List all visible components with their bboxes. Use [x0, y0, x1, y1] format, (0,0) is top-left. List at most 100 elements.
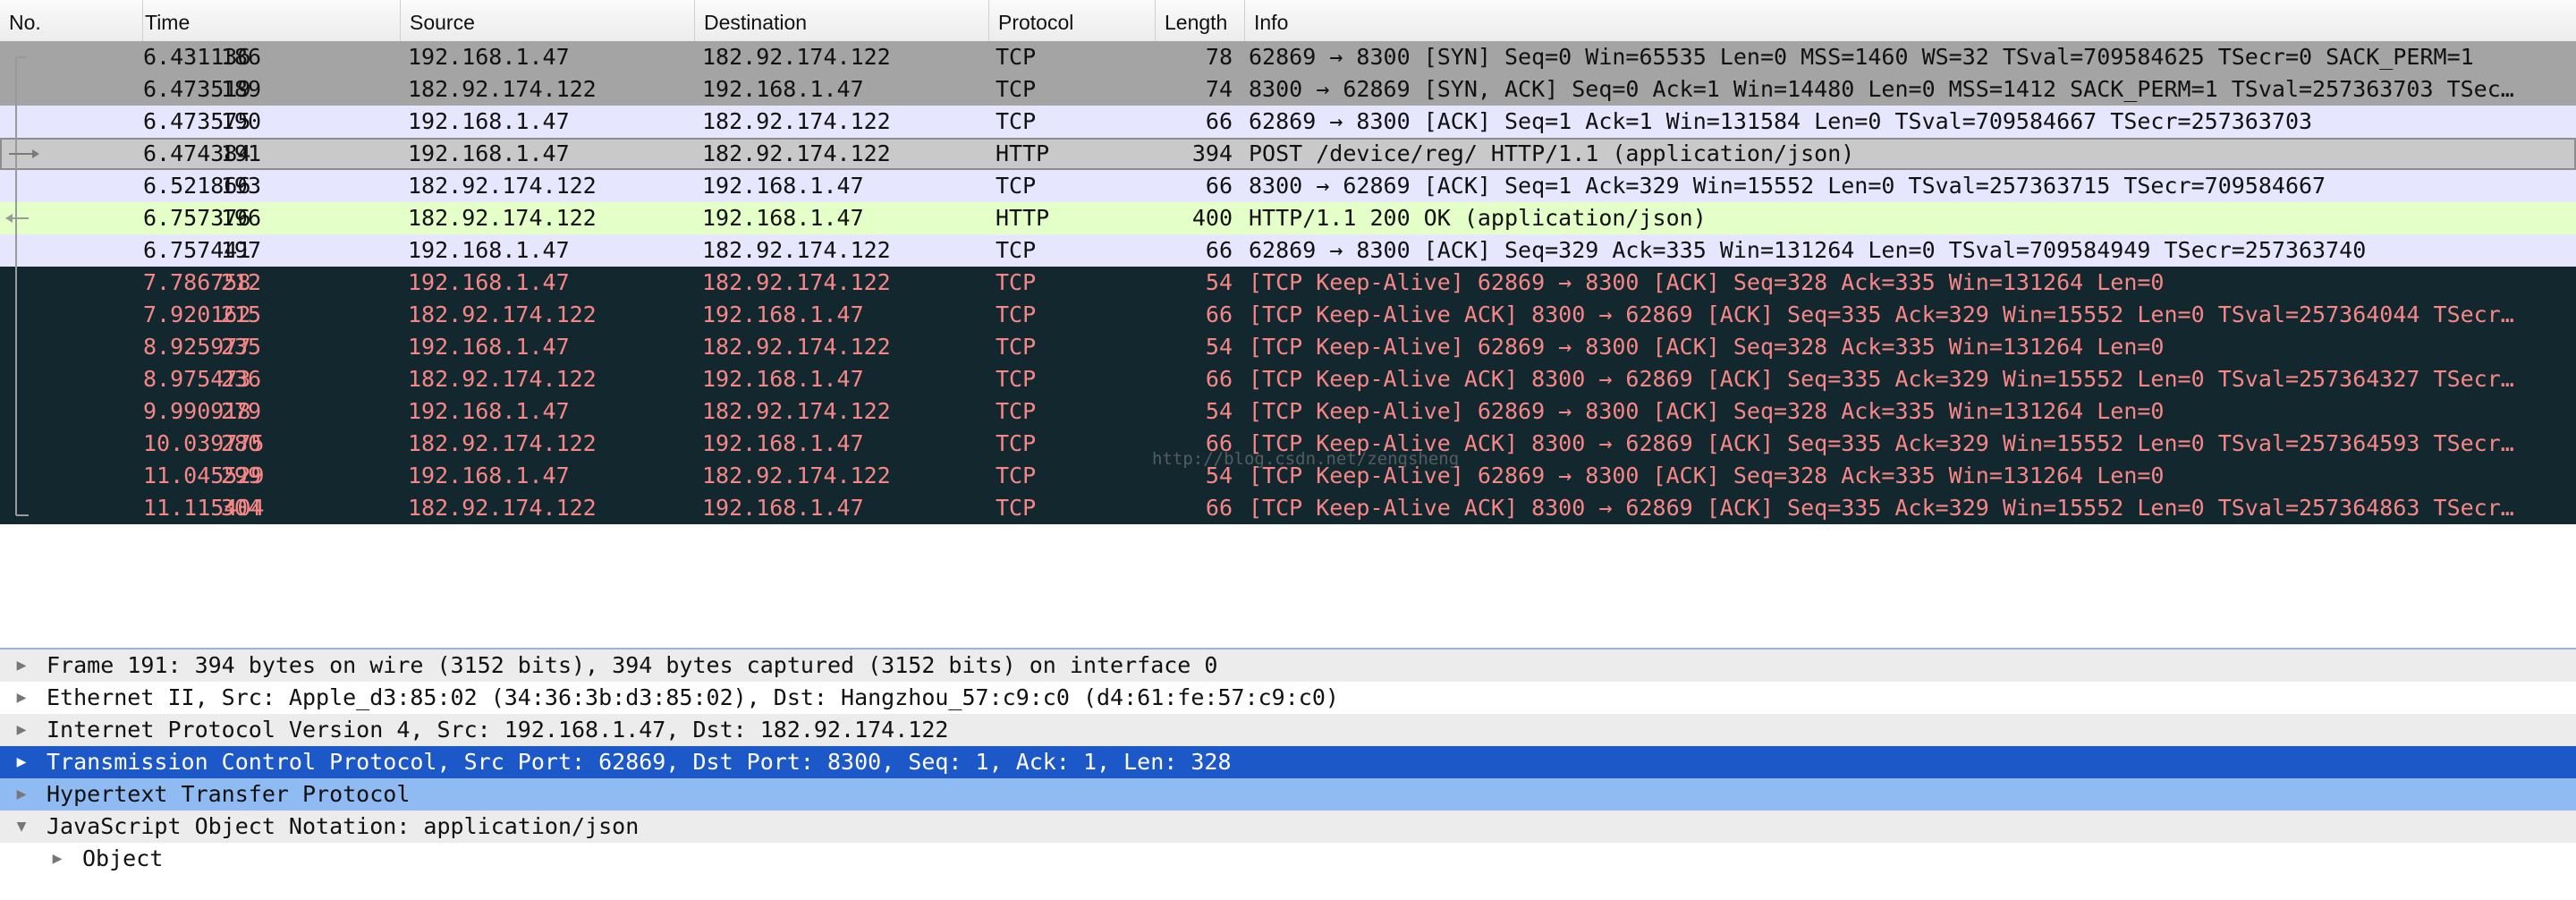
detail-http[interactable]: ▶ Hypertext Transfer Protocol [0, 778, 2576, 811]
packet-time: 6.431136 [143, 44, 251, 70]
packet-info: [TCP Keep-Alive ACK] 8300 → 62869 [ACK] … [1249, 301, 2514, 327]
packet-info: [TCP Keep-Alive ACK] 8300 → 62869 [ACK] … [1249, 495, 2514, 521]
detail-label: JavaScript Object Notation: application/… [47, 813, 640, 839]
packet-destination: 192.168.1.47 [702, 430, 864, 456]
expand-triangle-icon[interactable]: ▶ [48, 843, 66, 875]
packet-length: 66 [1205, 301, 1233, 327]
packet-info: 62869 → 8300 [SYN] Seq=0 Win=65535 Len=0… [1249, 44, 2474, 70]
packet-time: 6.474384 [143, 140, 251, 166]
packet-protocol: HTTP [996, 140, 1050, 166]
expand-triangle-icon[interactable]: ▶ [13, 682, 30, 714]
packet-protocol: TCP [996, 237, 1037, 263]
expand-triangle-icon[interactable]: ▶ [13, 714, 30, 746]
packet-protocol: TCP [996, 398, 1037, 424]
expand-triangle-icon[interactable]: ▶ [13, 746, 30, 778]
packet-details-pane: ▶ Frame 191: 394 bytes on wire (3152 bit… [0, 650, 2576, 900]
packet-protocol: TCP [996, 173, 1037, 199]
packet-source: 192.168.1.47 [408, 269, 570, 295]
detail-label: Internet Protocol Version 4, Src: 192.16… [47, 717, 949, 743]
packet-destination: 182.92.174.122 [702, 108, 891, 134]
packet-row[interactable]: 215 7.920162 182.92.174.122 192.168.1.47… [0, 299, 2576, 331]
detail-frame[interactable]: ▶ Frame 191: 394 bytes on wire (3152 bit… [0, 650, 2576, 682]
packet-row-selected[interactable]: 191 6.474384 192.168.1.47 182.92.174.122… [0, 138, 2576, 170]
packet-source: 182.92.174.122 [408, 76, 597, 102]
packet-time: 8.975473 [143, 366, 251, 392]
packet-row[interactable]: 279 9.990918 192.168.1.47 182.92.174.122… [0, 395, 2576, 428]
detail-label: Ethernet II, Src: Apple_d3:85:02 (34:36:… [47, 684, 1339, 710]
packet-source: 192.168.1.47 [408, 237, 570, 263]
column-header-info[interactable]: Info [1245, 0, 2576, 41]
packet-time: 9.990918 [143, 398, 251, 424]
packet-destination: 182.92.174.122 [702, 140, 891, 166]
packet-length: 54 [1205, 334, 1233, 360]
column-header-time[interactable]: Time [136, 0, 401, 41]
column-header-length[interactable]: Length [1156, 0, 1245, 41]
packet-length: 54 [1205, 269, 1233, 295]
packet-source: 192.168.1.47 [408, 398, 570, 424]
detail-label: Transmission Control Protocol, Src Port:… [47, 749, 1232, 775]
packet-destination: 182.92.174.122 [702, 44, 891, 70]
detail-label: Frame 191: 394 bytes on wire (3152 bits)… [47, 652, 1218, 678]
packet-info: 62869 → 8300 [ACK] Seq=1 Ack=1 Win=13158… [1249, 108, 2313, 134]
packet-row[interactable]: 304 11.115404 182.92.174.122 192.168.1.4… [0, 492, 2576, 524]
packet-time: 7.920162 [143, 301, 251, 327]
packet-destination: 182.92.174.122 [702, 237, 891, 263]
packet-destination: 182.92.174.122 [702, 334, 891, 360]
packet-row[interactable]: 212 7.786758 192.168.1.47 182.92.174.122… [0, 267, 2576, 299]
packet-row[interactable]: 193 6.521866 182.92.174.122 192.168.1.47… [0, 170, 2576, 202]
packet-source: 182.92.174.122 [408, 173, 597, 199]
packet-destination: 192.168.1.47 [702, 76, 864, 102]
detail-json[interactable]: ▼ JavaScript Object Notation: applicatio… [0, 811, 2576, 843]
packet-info: 8300 → 62869 [ACK] Seq=1 Ack=329 Win=155… [1249, 173, 2326, 199]
detail-tcp-selected[interactable]: ▶ Transmission Control Protocol, Src Por… [0, 746, 2576, 778]
packet-protocol: TCP [996, 495, 1037, 521]
packet-source: 192.168.1.47 [408, 108, 570, 134]
column-header-no[interactable]: No. [0, 0, 143, 41]
packet-time: 8.925977 [143, 334, 251, 360]
packet-destination: 182.92.174.122 [702, 463, 891, 488]
detail-label: Hypertext Transfer Protocol [47, 781, 411, 807]
packet-row[interactable]: 186 6.431136 192.168.1.47 182.92.174.122… [0, 41, 2576, 73]
packet-time: 7.786758 [143, 269, 251, 295]
packet-destination: 192.168.1.47 [702, 366, 864, 392]
column-header-destination[interactable]: Destination [695, 0, 989, 41]
packet-protocol: TCP [996, 334, 1037, 360]
packet-destination: 192.168.1.47 [702, 301, 864, 327]
packet-info: [TCP Keep-Alive] 62869 → 8300 [ACK] Seq=… [1249, 269, 2165, 295]
detail-ipv4[interactable]: ▶ Internet Protocol Version 4, Src: 192.… [0, 714, 2576, 746]
expand-triangle-icon[interactable]: ▶ [13, 650, 30, 682]
packet-info: 8300 → 62869 [SYN, ACK] Seq=0 Ack=1 Win=… [1249, 76, 2514, 102]
packet-length: 54 [1205, 398, 1233, 424]
packet-destination: 182.92.174.122 [702, 269, 891, 295]
detail-json-object[interactable]: ▶ Object [0, 843, 2576, 875]
packet-row[interactable]: 190 6.473575 192.168.1.47 182.92.174.122… [0, 106, 2576, 138]
packet-time: 10.039775 [143, 430, 265, 456]
packet-source: 192.168.1.47 [408, 140, 570, 166]
expand-triangle-icon[interactable]: ▶ [13, 778, 30, 811]
column-header-protocol[interactable]: Protocol [989, 0, 1156, 41]
packet-info: [TCP Keep-Alive ACK] 8300 → 62869 [ACK] … [1249, 366, 2514, 392]
packet-protocol: TCP [996, 301, 1037, 327]
column-header-source[interactable]: Source [401, 0, 695, 41]
detail-label: Object [82, 845, 164, 871]
packet-row[interactable]: 236 8.975473 182.92.174.122 192.168.1.47… [0, 363, 2576, 395]
packet-length: 394 [1191, 140, 1233, 166]
packet-row[interactable]: 235 8.925977 192.168.1.47 182.92.174.122… [0, 331, 2576, 363]
packet-destination: 192.168.1.47 [702, 205, 864, 231]
packet-source: 182.92.174.122 [408, 430, 597, 456]
packet-destination: 182.92.174.122 [702, 398, 891, 424]
packet-list-header: No. Time Source Destination Protocol Len… [0, 0, 2576, 42]
packet-row[interactable]: 197 6.757441 192.168.1.47 182.92.174.122… [0, 234, 2576, 267]
packet-info: POST /device/reg/ HTTP/1.1 (application/… [1249, 140, 1855, 166]
packet-row[interactable]: 189 6.473519 182.92.174.122 192.168.1.47… [0, 73, 2576, 106]
packet-protocol: TCP [996, 430, 1037, 456]
packet-info: [TCP Keep-Alive] 62869 → 8300 [ACK] Seq=… [1249, 398, 2165, 424]
packet-info: HTTP/1.1 200 OK (application/json) [1249, 205, 1707, 231]
packet-time: 11.115404 [143, 495, 265, 521]
packet-info: [TCP Keep-Alive] 62869 → 8300 [ACK] Seq=… [1249, 334, 2165, 360]
collapse-triangle-icon[interactable]: ▼ [13, 811, 30, 843]
packet-source: 182.92.174.122 [408, 495, 597, 521]
packet-row[interactable]: 196 6.757376 182.92.174.122 192.168.1.47… [0, 202, 2576, 234]
detail-ethernet[interactable]: ▶ Ethernet II, Src: Apple_d3:85:02 (34:3… [0, 682, 2576, 714]
packet-protocol: TCP [996, 44, 1037, 70]
